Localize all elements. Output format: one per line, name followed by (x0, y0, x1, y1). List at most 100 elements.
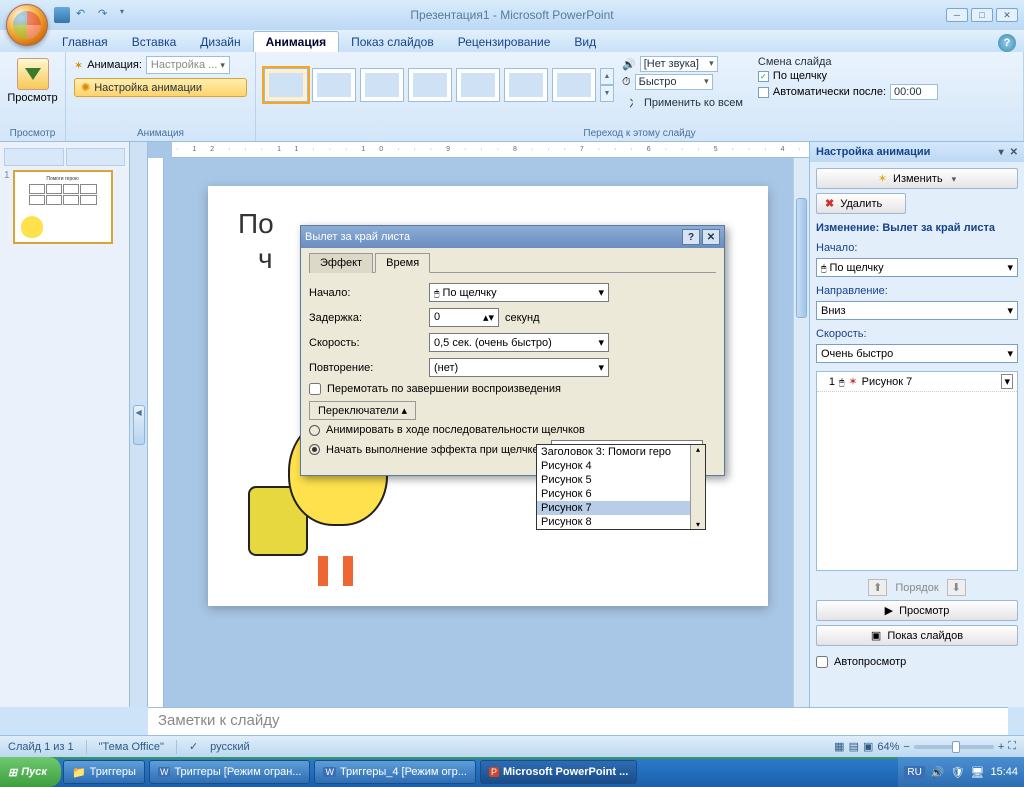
slides-tab[interactable] (4, 148, 64, 166)
maximize-button[interactable]: □ (971, 8, 993, 22)
dialog-tab-timing[interactable]: Время (375, 253, 430, 273)
advance-slide-label: Смена слайда (758, 56, 958, 68)
fit-window-button[interactable]: ⛶ (1008, 740, 1016, 753)
start-button[interactable]: ⊞Пуск (0, 757, 61, 787)
transition-thumb[interactable] (552, 68, 596, 102)
zoom-out-button[interactable]: − (903, 741, 909, 753)
auto-after-checkbox[interactable] (758, 87, 769, 98)
title-bar: ↶ ↷ ▾ Презентация1 - Microsoft PowerPoin… (0, 0, 1024, 30)
listbox-scrollbar[interactable]: ▴▾ (690, 445, 705, 529)
tab-design[interactable]: Дизайн (188, 32, 252, 52)
trigger-option[interactable]: Рисунок 5 (537, 473, 705, 487)
preview-button[interactable]: Просмотр (8, 56, 57, 106)
dialog-tab-effect[interactable]: Эффект (309, 253, 373, 273)
transition-gallery-more[interactable]: ▲▼ (600, 68, 614, 102)
pane-speed-dropdown[interactable]: Очень быстро▾ (816, 344, 1018, 363)
dialog-titlebar[interactable]: Вылет за край листа ?✕ (301, 226, 724, 248)
tab-animation[interactable]: Анимация (253, 31, 339, 52)
item-name: Рисунок 7 (862, 376, 913, 388)
minimize-button[interactable]: ─ (946, 8, 968, 22)
zoom-percent[interactable]: 64% (877, 741, 899, 753)
move-down-button[interactable]: ⬇ (947, 579, 966, 596)
dialog-help-button[interactable]: ? (682, 229, 700, 245)
outline-tab[interactable] (66, 148, 126, 166)
star-icon: ✶ (878, 172, 887, 185)
trigger-option[interactable]: Рисунок 6 (537, 487, 705, 501)
move-up-button[interactable]: ⬆ (868, 579, 887, 596)
play-button[interactable]: ▶Просмотр (816, 600, 1018, 621)
view-normal-icon[interactable]: ▦ (834, 740, 844, 753)
taskbar-powerpoint[interactable]: PMicrosoft PowerPoint ... (480, 760, 637, 784)
transition-none[interactable] (264, 68, 308, 102)
dialog-close-button[interactable]: ✕ (702, 229, 720, 245)
taskbar-word-2[interactable]: WТриггеры_4 [Режим огр... (314, 760, 476, 784)
transition-speed-dropdown[interactable]: Быстро (635, 74, 713, 90)
auto-after-time[interactable]: 00:00 (890, 84, 938, 100)
transition-thumb[interactable] (360, 68, 404, 102)
animate-label: Анимация: (87, 59, 142, 71)
tray-icon[interactable]: 🖥 (971, 766, 985, 779)
undo-icon[interactable]: ↶ (76, 7, 92, 23)
animation-pane-menu[interactable]: ▾ (999, 147, 1004, 158)
transition-thumb[interactable] (504, 68, 548, 102)
change-effect-button[interactable]: ✶Изменить (816, 168, 1018, 189)
office-button[interactable] (6, 4, 48, 46)
notes-pane[interactable]: Заметки к слайду (148, 707, 1008, 735)
tray-icon[interactable]: 🛡 (951, 766, 965, 779)
dlg-start-label: Начало: (309, 287, 429, 299)
taskbar-folder[interactable]: 📁Триггеры (63, 760, 145, 784)
slide-thumbnail-1[interactable]: Помоги герою (13, 170, 113, 244)
tab-slideshow[interactable]: Показ слайдов (339, 32, 446, 52)
zoom-slider[interactable] (914, 745, 994, 749)
dlg-rewind-checkbox[interactable] (309, 383, 321, 395)
remove-effect-button[interactable]: ✖Удалить (816, 193, 906, 214)
slideshow-button[interactable]: ▣Показ слайдов (816, 625, 1018, 646)
custom-animation-button[interactable]: ✺ Настройка анимации (74, 78, 247, 97)
dlg-repeat-dropdown[interactable]: (нет)▾ (429, 358, 609, 377)
tab-review[interactable]: Рецензирование (446, 32, 563, 52)
pane-direction-label: Направление: (816, 285, 1018, 297)
animation-pane-close[interactable]: ✕ (1010, 147, 1018, 158)
dlg-delay-spinner[interactable]: 0▴▾ (429, 308, 499, 327)
dlg-radio-sequence[interactable] (309, 425, 320, 436)
zoom-in-button[interactable]: + (998, 741, 1004, 753)
apply-to-all-button[interactable]: ⼎Применить ко всем (622, 92, 750, 114)
tab-home[interactable]: Главная (50, 32, 120, 52)
dlg-start-dropdown[interactable]: По щелчку▾ (429, 283, 609, 302)
animation-item-1[interactable]: 1 ✶ Рисунок 7 ▾ (817, 372, 1017, 392)
help-button[interactable]: ? (998, 34, 1016, 52)
trigger-option[interactable]: Рисунок 4 (537, 459, 705, 473)
view-slideshow-icon[interactable]: ▣ (863, 740, 873, 753)
qat-dropdown-icon[interactable]: ▾ (120, 7, 136, 23)
tab-insert[interactable]: Вставка (120, 32, 189, 52)
spellcheck-icon[interactable]: ✓ (189, 740, 198, 753)
status-language[interactable]: русский (210, 741, 249, 753)
pane-start-dropdown[interactable]: По щелчку▾ (816, 258, 1018, 277)
trigger-option[interactable]: Заголовок 3: Помоги геро (537, 445, 705, 459)
dlg-radio-trigger[interactable] (309, 444, 320, 455)
taskbar-word-1[interactable]: WТриггеры [Режим огран... (149, 760, 310, 784)
transition-thumb[interactable] (312, 68, 356, 102)
trigger-option[interactable]: Рисунок 8 (537, 515, 705, 529)
view-sorter-icon[interactable]: ▤ (849, 740, 859, 753)
tab-view[interactable]: Вид (562, 32, 608, 52)
vertical-scrollbar[interactable] (793, 158, 809, 707)
autopreview-checkbox[interactable] (816, 656, 828, 668)
transition-sound-dropdown[interactable]: [Нет звука] (640, 56, 718, 72)
tray-icon[interactable]: 🔊 (931, 766, 945, 779)
dlg-speed-dropdown[interactable]: 0,5 сек. (очень быстро)▾ (429, 333, 609, 352)
close-button[interactable]: ✕ (996, 8, 1018, 22)
trigger-option-selected[interactable]: Рисунок 7 (537, 501, 705, 515)
transition-thumb[interactable] (456, 68, 500, 102)
pane-direction-dropdown[interactable]: Вниз▾ (816, 301, 1018, 320)
panel-collapse-handle[interactable] (130, 142, 148, 707)
on-click-checkbox[interactable]: ✓ (758, 71, 769, 82)
item-menu-button[interactable]: ▾ (1001, 374, 1013, 389)
redo-icon[interactable]: ↷ (98, 7, 114, 23)
animate-dropdown[interactable]: Настройка ... (146, 56, 230, 74)
save-icon[interactable] (54, 7, 70, 23)
dlg-triggers-button[interactable]: Переключатели ▴ (309, 401, 416, 420)
language-indicator[interactable]: RU (904, 766, 924, 779)
dlg-radio1-label: Анимировать в ходе последовательности ще… (326, 424, 585, 436)
transition-thumb[interactable] (408, 68, 452, 102)
